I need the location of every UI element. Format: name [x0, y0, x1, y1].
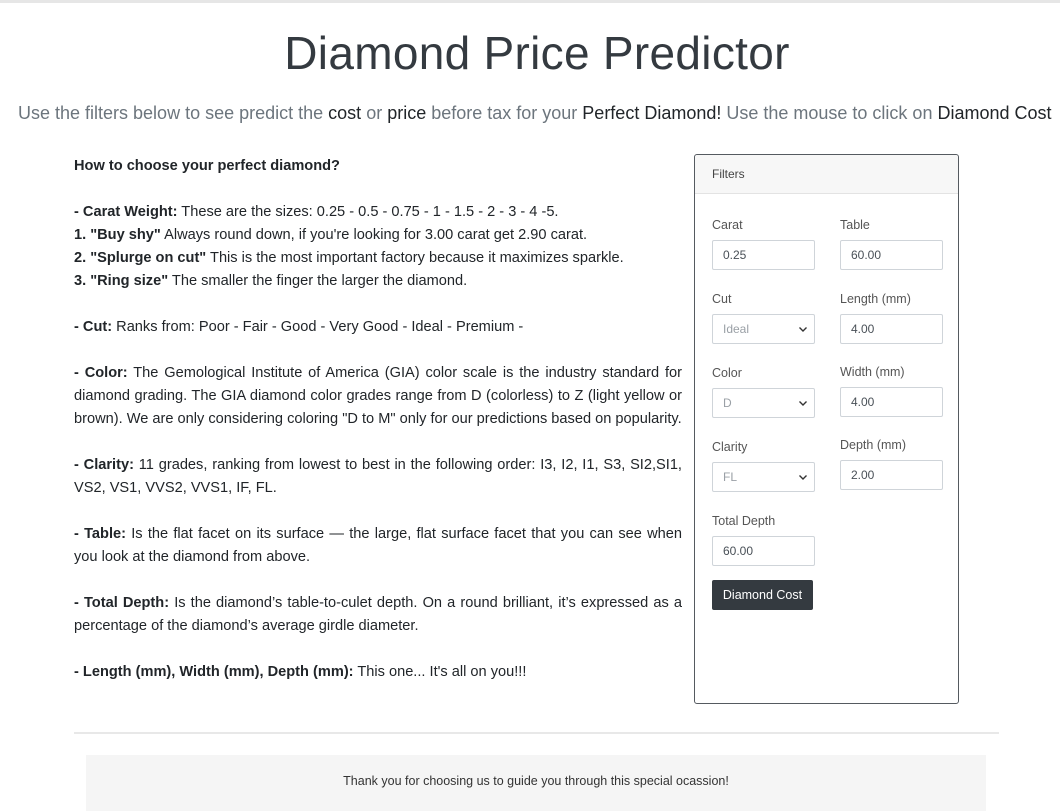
guide-heading: How to choose your perfect diamond?	[74, 158, 340, 174]
guide-dimensions: - Length (mm), Width (mm), Depth (mm): T…	[74, 661, 682, 684]
chevron-down-icon	[799, 401, 807, 406]
tip2-text: This is the most important factory becau…	[206, 250, 624, 266]
intro-part: before tax for your	[426, 103, 583, 123]
chevron-down-icon	[799, 327, 807, 332]
guide-cut: - Cut: Ranks from: Poor - Fair - Good - …	[74, 316, 682, 339]
tip1-text: Always round down, if you're looking for…	[160, 227, 588, 243]
diamond-cost-button[interactable]: Diamond Cost	[712, 580, 813, 610]
clarity-select-value: FL	[723, 470, 738, 484]
depth-field-label: Depth (mm)	[840, 438, 906, 452]
intro-price: price	[387, 103, 427, 123]
length-field-label: Length (mm)	[840, 292, 911, 306]
color-select-value: D	[723, 396, 732, 410]
carat-label: - Carat Weight:	[74, 204, 178, 220]
guide-clarity: - Clarity: 11 grades, ranking from lowes…	[74, 454, 682, 500]
width-field-label: Width (mm)	[840, 365, 905, 379]
cut-label: - Cut:	[74, 319, 113, 335]
clarity-text: 11 grades, ranking from lowest to best i…	[74, 457, 682, 496]
guide-total-depth: - Total Depth: Is the diamond’s table-to…	[74, 592, 682, 638]
table-text: Is the flat facet on its surface — the l…	[74, 526, 682, 565]
intro-cost: cost	[328, 103, 362, 123]
total-depth-label: - Total Depth:	[74, 595, 170, 611]
tip3-label: 3. "Ring size"	[74, 273, 169, 289]
cut-field-label: Cut	[712, 292, 732, 306]
footer: Thank you for choosing us to guide you t…	[86, 755, 986, 811]
color-label: - Color:	[74, 365, 128, 381]
clarity-select[interactable]: FL	[712, 462, 815, 492]
tip2-label: 2. "Splurge on cut"	[74, 250, 207, 266]
depth-input[interactable]: 2.00	[840, 460, 943, 490]
page-title: Diamond Price Predictor	[284, 27, 790, 79]
color-text: The Gemological Institute of America (GI…	[74, 365, 682, 427]
chevron-down-icon	[799, 475, 807, 480]
color-select[interactable]: D	[712, 388, 815, 418]
table-label: - Table:	[74, 526, 126, 542]
diamond-guide: How to choose your perfect diamond? - Ca…	[74, 155, 682, 707]
total-depth-field-label: Total Depth	[712, 514, 776, 528]
guide-color: - Color: The Gemological Institute of Am…	[74, 362, 682, 431]
intro-part: Use the mouse to click on	[721, 103, 938, 123]
cut-select[interactable]: Ideal	[712, 314, 815, 344]
clarity-label: - Clarity:	[74, 457, 134, 473]
bottom-divider	[74, 732, 999, 734]
carat-text: These are the sizes: 0.25 - 0.5 - 0.75 -…	[177, 204, 559, 220]
top-divider	[0, 0, 1060, 3]
table-field-label: Table	[840, 218, 870, 232]
filters-header: Filters	[695, 155, 958, 194]
carat-input[interactable]: 0.25	[712, 240, 815, 270]
intro-text: Use the filters below to see predict the…	[18, 103, 1052, 124]
dimensions-label: - Length (mm), Width (mm), Depth (mm):	[74, 664, 354, 680]
tip3-text: The smaller the finger the larger the di…	[168, 273, 468, 289]
intro-perfect-diamond: Perfect Diamond!	[582, 103, 722, 123]
guide-carat: - Carat Weight: These are the sizes: 0.2…	[74, 201, 682, 293]
clarity-field-label: Clarity	[712, 440, 748, 454]
footer-text: Thank you for choosing us to guide you t…	[343, 774, 729, 788]
dimensions-text: This one... It's all on you!!!	[353, 664, 527, 680]
cut-select-value: Ideal	[723, 322, 750, 336]
filters-panel: Filters Carat 0.25 Table 60.00 Cut Ideal…	[694, 154, 959, 704]
carat-field-label: Carat	[712, 218, 743, 232]
intro-part: or	[361, 103, 388, 123]
guide-table: - Table: Is the flat facet on its surfac…	[74, 523, 682, 569]
intro-part: Use the filters below to see predict the	[18, 103, 329, 123]
length-input[interactable]: 4.00	[840, 314, 943, 344]
color-field-label: Color	[712, 366, 742, 380]
total-depth-input[interactable]: 60.00	[712, 536, 815, 566]
tip1-label: 1. "Buy shy"	[74, 227, 161, 243]
cut-text: Ranks from: Poor - Fair - Good - Very Go…	[112, 319, 524, 335]
width-input[interactable]: 4.00	[840, 387, 943, 417]
intro-button-reference: Diamond Cost	[937, 103, 1052, 123]
table-input[interactable]: 60.00	[840, 240, 943, 270]
